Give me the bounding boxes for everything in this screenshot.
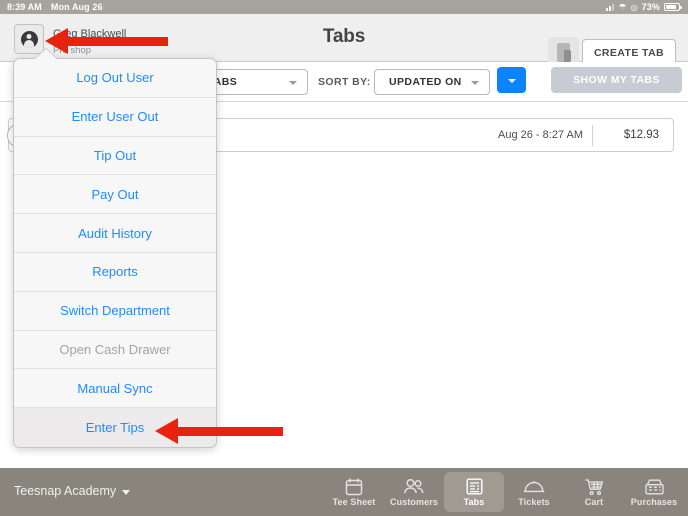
nav-item-cart[interactable]: Cart xyxy=(564,472,624,512)
chevron-down-icon xyxy=(507,78,516,83)
card-reader-icon xyxy=(557,43,571,62)
calendar-icon xyxy=(343,477,365,496)
sort-by-label: SORT BY: xyxy=(318,76,371,88)
status-indicators: ☂ ◎ 73% xyxy=(606,1,682,12)
nav-label: Tabs xyxy=(463,497,485,507)
chevron-down-icon xyxy=(289,80,297,85)
nav-label: Customers xyxy=(390,497,438,507)
menu-item-open-cash-drawer: Open Cash Drawer xyxy=(14,330,216,370)
annotation-arrow-user-menu xyxy=(45,28,168,54)
cash-register-icon xyxy=(643,477,665,496)
status-time: 8:39 AM xyxy=(7,2,42,12)
sort-direction-button[interactable] xyxy=(497,67,526,93)
nav-item-tabs[interactable]: Tabs xyxy=(444,472,504,512)
bottom-bar: Teesnap Academy Tee Sheet Customers Tabs… xyxy=(0,468,688,516)
nav-item-purchases[interactable]: Purchases xyxy=(624,472,684,512)
menu-item-pay-out[interactable]: Pay Out xyxy=(14,175,216,215)
signal-bars-icon xyxy=(606,3,615,11)
menu-item-reports[interactable]: Reports xyxy=(14,252,216,292)
tab-row-time: Aug 26 - 8:27 AM xyxy=(498,129,583,141)
nav-item-customers[interactable]: Customers xyxy=(384,472,444,512)
brand-selector[interactable]: Teesnap Academy xyxy=(14,484,131,498)
bottom-nav: Tee Sheet Customers Tabs Tickets Cart Pu… xyxy=(324,472,684,512)
menu-item-switch-department[interactable]: Switch Department xyxy=(14,291,216,331)
arrow-shaft xyxy=(173,426,283,436)
show-my-tabs-button[interactable]: SHOW MY TABS xyxy=(551,67,682,93)
user-menu-popover: Log Out User Enter User Out Tip Out Pay … xyxy=(13,58,217,448)
menu-item-enter-user-out[interactable]: Enter User Out xyxy=(14,97,216,137)
menu-item-log-out-user[interactable]: Log Out User xyxy=(14,59,216,98)
cloche-icon xyxy=(523,477,545,496)
nav-label: Tickets xyxy=(518,497,550,507)
status-date: Mon Aug 26 xyxy=(50,2,103,12)
tab-row-amount: $12.93 xyxy=(623,129,659,141)
nav-item-tee-sheet[interactable]: Tee Sheet xyxy=(324,472,384,512)
people-icon xyxy=(403,477,425,496)
ios-status-bar: 8:39 AM Mon Aug 26 ☂ ◎ 73% xyxy=(0,0,688,14)
app-root: 8:39 AM Mon Aug 26 ☂ ◎ 73% Greg Blackwel… xyxy=(0,0,688,516)
nav-label: Tee Sheet xyxy=(332,497,376,507)
sort-by-select[interactable]: UPDATED ON xyxy=(374,69,490,95)
annotation-arrow-enter-tips xyxy=(155,418,283,444)
arrow-shaft xyxy=(63,36,168,46)
chevron-down-icon xyxy=(122,489,131,495)
divider xyxy=(592,125,593,146)
menu-item-manual-sync[interactable]: Manual Sync xyxy=(14,369,216,409)
location-arrow-icon: ◎ xyxy=(630,2,638,12)
brand-label: Teesnap Academy xyxy=(14,484,117,498)
menu-item-tip-out[interactable]: Tip Out xyxy=(14,136,216,176)
sort-by-value: UPDATED ON xyxy=(389,76,462,88)
chevron-down-icon xyxy=(471,80,479,85)
nav-label: Purchases xyxy=(630,497,678,507)
menu-item-audit-history[interactable]: Audit History xyxy=(14,214,216,253)
shopping-cart-icon xyxy=(583,477,605,496)
battery-percent: 73% xyxy=(641,2,660,12)
nav-item-tickets[interactable]: Tickets xyxy=(504,472,564,512)
list-document-icon xyxy=(463,477,485,496)
wifi-icon: ☂ xyxy=(618,1,627,12)
battery-icon xyxy=(664,3,682,11)
nav-label: Cart xyxy=(584,497,604,507)
